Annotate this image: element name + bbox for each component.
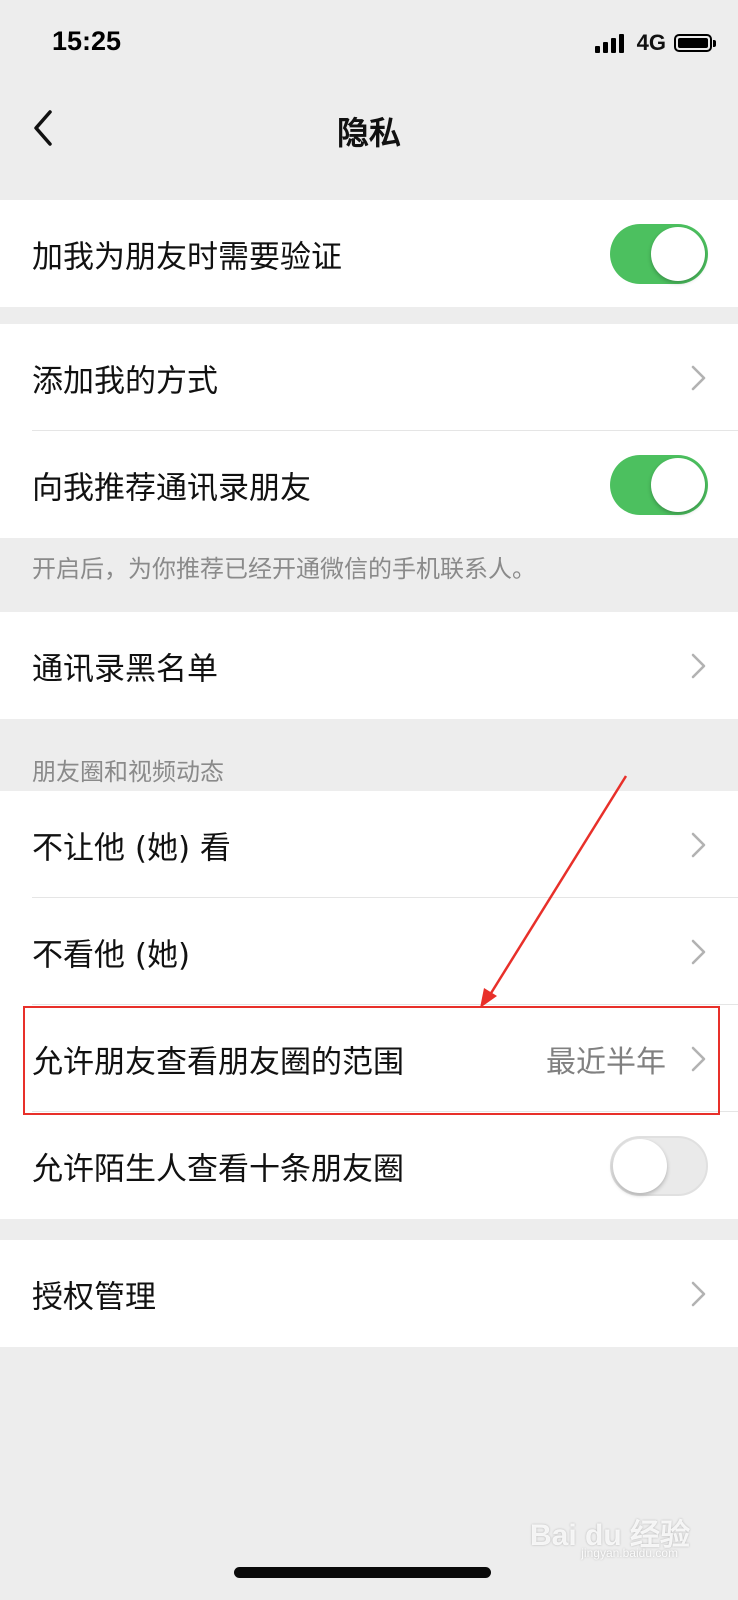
cell-label: 添加我的方式 [32, 363, 218, 399]
status-indicators: 4G [594, 30, 716, 56]
cell-label: 向我推荐通讯录朋友 [32, 470, 311, 506]
cell-dont-let-them-see[interactable]: 不让他 (她) 看 [0, 791, 738, 898]
cell-add-methods[interactable]: 添加我的方式 [0, 324, 738, 431]
home-indicator[interactable] [234, 1567, 491, 1578]
navigation-bar: 隐私 [0, 88, 738, 172]
cell-label: 不看他 (她) [32, 937, 191, 973]
cell-label: 通讯录黑名单 [32, 651, 218, 687]
section-header-moments: 朋友圈和视频动态 [32, 758, 224, 786]
chevron-right-icon [691, 832, 706, 857]
chevron-right-icon [691, 1046, 706, 1071]
chevron-right-icon [691, 653, 706, 678]
page-title: 隐私 [336, 114, 401, 152]
settings-group-verification: 加我为朋友时需要验证 [0, 200, 738, 307]
cell-moments-visible-range[interactable]: 允许朋友查看朋友圈的范围 最近半年 [0, 1005, 738, 1112]
cell-recommend-contacts: 向我推荐通讯录朋友 [0, 431, 738, 538]
privacy-settings-screen: 15:25 4G 隐私 加我为朋友时需要验证 添加我的方式 向我推荐通讯录朋友 … [0, 0, 738, 1600]
cell-value: 最近半年 [546, 1044, 666, 1080]
cell-hide-their-posts[interactable]: 不看他 (她) [0, 898, 738, 1005]
toggle-recommend-contacts[interactable] [610, 454, 708, 515]
cell-strangers-view-ten-posts: 允许陌生人查看十条朋友圈 [0, 1112, 738, 1219]
recommend-contacts-note: 开启后，为你推荐已经开通微信的手机联系人。 [32, 555, 536, 583]
cell-label: 加我为朋友时需要验证 [32, 239, 342, 275]
watermark-url: jingyan.baidu.com [581, 1546, 678, 1560]
battery-icon [674, 34, 716, 52]
network-type: 4G [636, 30, 666, 55]
cell-label: 不让他 (她) 看 [32, 830, 231, 866]
chevron-right-icon [691, 1281, 706, 1306]
toggle-friend-verification[interactable] [610, 223, 708, 284]
status-bar: 15:25 4G [0, 0, 738, 88]
cell-contacts-blacklist[interactable]: 通讯录黑名单 [0, 612, 738, 719]
cell-friend-verification: 加我为朋友时需要验证 [0, 200, 738, 307]
chevron-right-icon [691, 365, 706, 390]
toggle-strangers-view-ten-posts[interactable] [610, 1135, 708, 1196]
cell-authorization-management[interactable]: 授权管理 [0, 1240, 738, 1347]
cell-label: 允许陌生人查看十条朋友圈 [32, 1151, 404, 1187]
settings-group-blacklist: 通讯录黑名单 [0, 612, 738, 719]
settings-group-add-methods: 添加我的方式 向我推荐通讯录朋友 [0, 324, 738, 538]
cell-label: 授权管理 [32, 1279, 156, 1315]
chevron-right-icon [691, 939, 706, 964]
signal-bars-icon [594, 33, 627, 53]
settings-group-moments: 不让他 (她) 看 不看他 (她) 允许朋友查看朋友圈的范围 最近半年 允许陌生… [0, 791, 738, 1219]
cell-label: 允许朋友查看朋友圈的范围 [32, 1044, 404, 1080]
status-time: 15:25 [52, 26, 122, 56]
settings-group-authorization: 授权管理 [0, 1240, 738, 1347]
